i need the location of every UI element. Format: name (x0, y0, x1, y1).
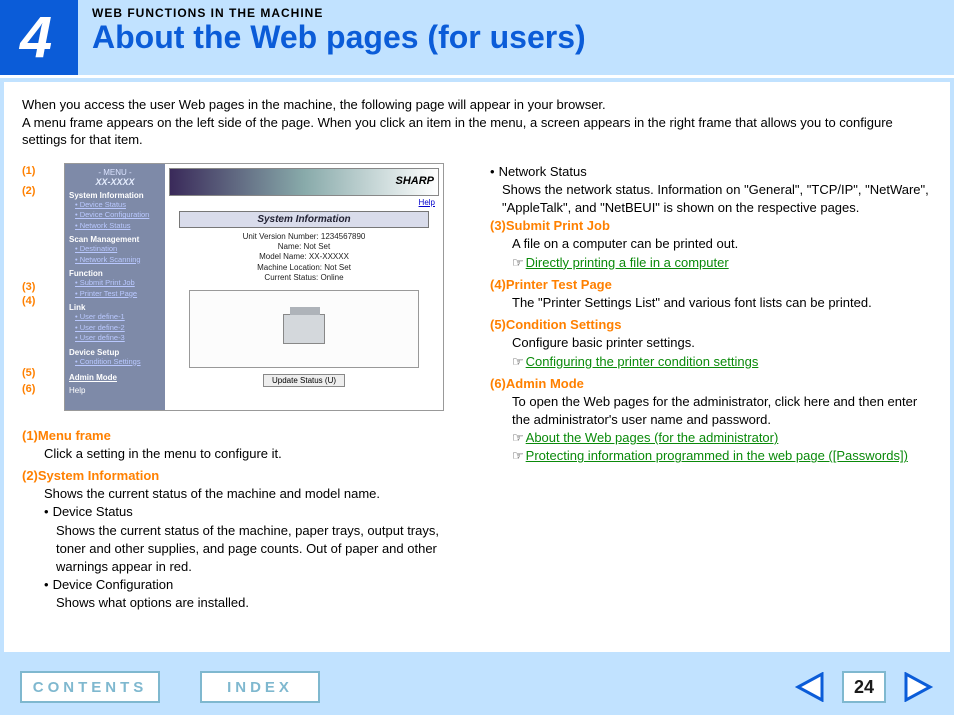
description-item: (2)System InformationShows the current s… (22, 467, 462, 613)
screenshot-menu-group: System Information (69, 191, 161, 200)
screenshot-main-frame: SHARP Help System Information Unit Versi… (165, 164, 443, 410)
description-item: (3)Submit Print JobA file on a computer … (490, 217, 932, 272)
screenshot-menu-group: Scan Management (69, 235, 161, 244)
cross-ref-link[interactable]: About the Web pages (for the administrat… (526, 430, 779, 445)
sub-bullet: Device Configuration (22, 576, 462, 594)
next-page-button[interactable] (904, 672, 934, 702)
callout-5: (5) (22, 367, 35, 379)
page-number-box: 24 (842, 671, 886, 703)
screenshot-menu-group: Device Setup (69, 348, 161, 357)
pointer-icon: ☞ (512, 354, 524, 369)
screenshot-panel-title: System Information (179, 211, 429, 228)
screenshot-menu-item: • Device Configuration (69, 210, 161, 221)
header-text: WEB FUNCTIONS IN THE MACHINE About the W… (78, 0, 596, 75)
embedded-screenshot: - MENU - XX-XXXX System Information• Dev… (64, 163, 444, 411)
bullet-heading: Device Configuration (53, 576, 174, 594)
cross-ref-row: ☞About the Web pages (for the administra… (490, 429, 932, 447)
cross-ref-row: ☞Protecting information programmed in th… (490, 447, 932, 465)
bullet-icon (44, 503, 49, 521)
description-body: To open the Web pages for the administra… (490, 393, 932, 429)
description-heading: (6)Admin Mode (490, 375, 932, 393)
description-heading: (4)Printer Test Page (490, 276, 932, 294)
screenshot-info-lines: Unit Version Number: 1234567890Name: Not… (169, 232, 439, 284)
screenshot-menu-group: Function (69, 269, 161, 278)
screenshot-menu-title: - MENU - (69, 168, 161, 177)
bullet-description: Shows the current status of the machine,… (22, 522, 462, 577)
screenshot-menu-item: • Condition Settings (69, 357, 161, 368)
description-body: The "Printer Settings List" and various … (490, 294, 932, 312)
triangle-left-icon (794, 672, 824, 702)
callout-2: (2) (22, 185, 35, 197)
triangle-right-icon (904, 672, 934, 702)
screenshot-help: Help (69, 386, 161, 395)
description-heading: (3)Submit Print Job (490, 217, 932, 235)
description-item: (1)Menu frameClick a setting in the menu… (22, 427, 462, 463)
content-area: When you access the user Web pages in th… (4, 82, 950, 652)
printer-icon (283, 314, 325, 344)
description-heading: (2)System Information (22, 467, 462, 485)
callout-1: (1) (22, 165, 35, 177)
screenshot-admin-mode: Admin Mode (69, 373, 161, 382)
description-item: (6)Admin ModeTo open the Web pages for t… (490, 375, 932, 466)
description-body: Shows the current status of the machine … (22, 485, 462, 503)
pointer-icon: ☞ (512, 255, 524, 270)
cross-ref-row: ☞Configuring the printer condition setti… (490, 353, 932, 371)
screenshot-menu-group: Link (69, 303, 161, 312)
screenshot-menu-item: • Network Status (69, 221, 161, 232)
section-label: WEB FUNCTIONS IN THE MACHINE (92, 6, 586, 20)
footer-bar: CONTENTS INDEX 24 (0, 659, 954, 715)
description-heading: (1)Menu frame (22, 427, 462, 445)
page-title: About the Web pages (for users) (92, 20, 586, 55)
screenshot-menu-item: • User define-3 (69, 333, 161, 344)
contents-button[interactable]: CONTENTS (20, 671, 160, 703)
cross-ref-link[interactable]: Configuring the printer condition settin… (526, 354, 759, 369)
bullet-heading: Device Status (53, 503, 133, 521)
bullet-network-status: Network Status (490, 163, 932, 181)
bullet-description: Shows what options are installed. (22, 594, 462, 612)
callout-4: (4) (22, 295, 35, 307)
screenshot-model: XX-XXXX (69, 177, 161, 187)
screenshot-main-help: Help (169, 196, 439, 209)
bullet-heading: Network Status (499, 163, 587, 181)
description-body: Configure basic printer settings. (490, 334, 932, 352)
intro-text: When you access the user Web pages in th… (22, 96, 932, 149)
left-column: (1) (2) (3) (4) (5) (6) - MENU - XX-XXXX… (22, 163, 462, 617)
screenshot-menu-item: • Destination (69, 244, 161, 255)
bullet-icon (490, 163, 495, 181)
callout-6: (6) (22, 383, 35, 395)
description-item: (5)Condition SettingsConfigure basic pri… (490, 316, 932, 371)
screenshot-menu-item: • Submit Print Job (69, 278, 161, 289)
sub-bullet: Device Status (22, 503, 462, 521)
chapter-number: 4 (0, 0, 78, 75)
pointer-icon: ☞ (512, 448, 524, 463)
screenshot-menu-item: • Network Scanning (69, 255, 161, 266)
description-body: Click a setting in the menu to configure… (22, 445, 462, 463)
screenshot-menu-item: • Device Status (69, 200, 161, 211)
callout-3: (3) (22, 281, 35, 293)
screenshot-banner: SHARP (169, 168, 439, 196)
description-item: (4)Printer Test PageThe "Printer Setting… (490, 276, 932, 312)
right-column: Network Status Shows the network status.… (490, 163, 932, 617)
description-body: A file on a computer can be printed out. (490, 235, 932, 253)
cross-ref-link[interactable]: Directly printing a file in a computer (526, 255, 729, 270)
cross-ref-link[interactable]: Protecting information programmed in the… (526, 448, 908, 463)
cross-ref-row: ☞Directly printing a file in a computer (490, 254, 932, 272)
screenshot-menu-item: • Printer Test Page (69, 289, 161, 300)
screenshot-wrap: (1) (2) (3) (4) (5) (6) - MENU - XX-XXXX… (22, 163, 462, 411)
screenshot-brand: SHARP (395, 175, 434, 187)
prev-page-button[interactable] (794, 672, 824, 702)
screenshot-menu-item: • User define-1 (69, 312, 161, 323)
description-heading: (5)Condition Settings (490, 316, 932, 334)
screenshot-update-button: Update Status (U) (263, 374, 345, 387)
screenshot-menu-frame: - MENU - XX-XXXX System Information• Dev… (65, 164, 165, 410)
page-header: 4 WEB FUNCTIONS IN THE MACHINE About the… (0, 0, 954, 78)
screenshot-image-box (189, 290, 419, 368)
bullet-network-status-desc: Shows the network status. Information on… (490, 181, 932, 217)
left-description-list: (1)Menu frameClick a setting in the menu… (22, 427, 462, 613)
bullet-icon (44, 576, 49, 594)
index-button[interactable]: INDEX (200, 671, 320, 703)
pointer-icon: ☞ (512, 430, 524, 445)
screenshot-menu-item: • User define-2 (69, 323, 161, 334)
